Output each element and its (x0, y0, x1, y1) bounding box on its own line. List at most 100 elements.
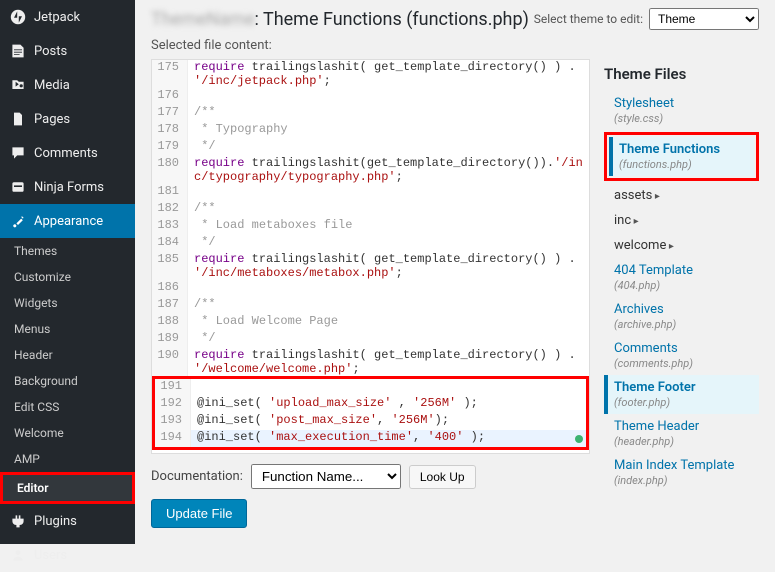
code-content[interactable] (188, 88, 200, 105)
file-item-404-template[interactable]: 404 Template(404.php) (604, 258, 759, 297)
sidebar-sub-background[interactable]: Background (0, 368, 135, 394)
sidebar-sub-editor[interactable]: Editor (0, 472, 135, 504)
code-content[interactable]: */ (188, 139, 222, 156)
file-subname: (index.php) (614, 474, 753, 487)
code-content[interactable]: @ini_set( 'upload_max_size' , '256M' ); (191, 396, 484, 413)
code-line[interactable]: 186 (152, 280, 589, 297)
code-line[interactable]: 193@ini_set( 'post_max_size', '256M'); (155, 413, 586, 430)
code-line[interactable]: 178 * Typography (152, 122, 589, 139)
line-number: 176 (152, 88, 188, 105)
code-line[interactable]: 179 */ (152, 139, 589, 156)
sidebar-sub-widgets[interactable]: Widgets (0, 290, 135, 316)
code-line[interactable]: 176 (152, 88, 589, 105)
code-line[interactable]: 185require trailingslashit( get_template… (152, 252, 589, 280)
pages-icon (8, 109, 28, 129)
theme-files-panel: Theme Files Stylesheet(style.css) Theme F… (604, 59, 759, 528)
select-theme-row: Select theme to edit: Theme (534, 8, 759, 30)
theme-select[interactable]: Theme (649, 8, 759, 30)
code-content[interactable]: require trailingslashit( get_template_di… (188, 60, 589, 88)
file-subname: (style.css) (614, 112, 753, 125)
line-number: 183 (152, 218, 188, 235)
file-item-inc[interactable]: inc (604, 208, 759, 233)
sidebar-sub-customize[interactable]: Customize (0, 264, 135, 290)
file-item-stylesheet[interactable]: Stylesheet(style.css) (604, 91, 759, 130)
code-content[interactable] (191, 379, 203, 396)
code-content[interactable]: /** (188, 201, 222, 218)
lookup-button[interactable]: Look Up (409, 465, 476, 489)
admin-sidebar: JetpackPosts Media Pages CommentsNinja Form… (0, 0, 135, 544)
code-content[interactable]: /** (188, 105, 222, 122)
sidebar-sub-themes[interactable]: Themes (0, 238, 135, 264)
code-line[interactable]: 182/** (152, 201, 589, 218)
file-name: Stylesheet (614, 96, 753, 111)
line-number: 186 (152, 280, 188, 297)
code-content[interactable] (188, 184, 200, 201)
file-subname: (functions.php) (619, 158, 748, 171)
sidebar-label: Plugins (34, 514, 77, 529)
sidebar-item-appearance[interactable]: Appearance (0, 204, 135, 238)
code-line[interactable]: 177/** (152, 105, 589, 122)
code-content[interactable]: */ (188, 235, 222, 252)
sidebar-item-jetpack[interactable]: Jetpack (0, 0, 135, 34)
code-content[interactable]: require trailingslashit( get_template_di… (188, 348, 589, 376)
line-number: 189 (152, 331, 188, 348)
sidebar-sub-welcome[interactable]: Welcome (0, 420, 135, 446)
sidebar-item-users[interactable]: Users (0, 538, 135, 572)
line-number: 185 (152, 252, 188, 280)
file-item-theme-footer[interactable]: Theme Footer(footer.php) (604, 375, 759, 414)
code-line[interactable]: 188 * Load Welcome Page (152, 314, 589, 331)
code-line[interactable]: 192@ini_set( 'upload_max_size' , '256M' … (155, 396, 586, 413)
code-line[interactable]: 191 (155, 379, 586, 396)
sidebar-label: Media (34, 78, 70, 93)
sidebar-label: Users (34, 548, 67, 563)
code-content[interactable]: * Load Welcome Page (188, 314, 344, 331)
sidebar-label: Pages (34, 112, 70, 127)
update-file-button[interactable]: Update File (151, 499, 247, 528)
code-line[interactable]: 180require trailingslashit(get_template_… (152, 156, 589, 184)
sidebar-sub-edit-css[interactable]: Edit CSS (0, 394, 135, 420)
file-item-comments[interactable]: Comments(comments.php) (604, 336, 759, 375)
ninja-icon (8, 177, 28, 197)
sidebar-item-ninja-forms[interactable]: Ninja Forms (0, 170, 135, 204)
file-item-theme-functions[interactable]: Theme Functions(functions.php) (609, 137, 754, 176)
code-line[interactable]: 189 */ (152, 331, 589, 348)
file-item-main-index-template[interactable]: Main Index Template(index.php) (604, 453, 759, 492)
code-line[interactable]: 187/** (152, 297, 589, 314)
sidebar-sub-amp[interactable]: AMP (0, 446, 135, 472)
file-name: Main Index Template (614, 458, 753, 473)
code-content[interactable]: @ini_set( 'max_execution_time', '400' ); (191, 430, 491, 447)
code-content[interactable]: require trailingslashit( get_template_di… (188, 252, 589, 280)
file-item-theme-header[interactable]: Theme Header(header.php) (604, 414, 759, 453)
file-name: Theme Functions (619, 142, 748, 157)
file-item-welcome[interactable]: welcome (604, 233, 759, 258)
sidebar-item-plugins[interactable]: Plugins (0, 504, 135, 538)
code-line[interactable]: 181 (152, 184, 589, 201)
code-content[interactable]: @ini_set( 'post_max_size', '256M'); (191, 413, 455, 430)
code-content[interactable]: /** (188, 297, 222, 314)
code-line[interactable]: 183 * Load metaboxes file (152, 218, 589, 235)
file-name: assets (614, 188, 753, 203)
code-line[interactable]: 194@ini_set( 'max_execution_time', '400'… (155, 430, 586, 447)
code-line[interactable]: 175require trailingslashit( get_template… (152, 60, 589, 88)
code-editor[interactable]: 175require trailingslashit( get_template… (151, 59, 590, 454)
code-content[interactable]: */ (188, 331, 222, 348)
documentation-row: Documentation: Function Name... Look Up (151, 454, 590, 499)
file-name: Theme Footer (614, 380, 753, 395)
sidebar-item-pages[interactable]: Pages (0, 102, 135, 136)
doc-select[interactable]: Function Name... (251, 464, 401, 489)
code-content[interactable]: * Load metaboxes file (188, 218, 358, 235)
file-item-archives[interactable]: Archives(archive.php) (604, 297, 759, 336)
sidebar-item-media[interactable]: Media (0, 68, 135, 102)
code-content[interactable]: * Typography (188, 122, 294, 139)
code-line[interactable]: 184 */ (152, 235, 589, 252)
sidebar-sub-menus[interactable]: Menus (0, 316, 135, 342)
sidebar-item-comments[interactable]: Comments (0, 136, 135, 170)
sidebar-item-posts[interactable]: Posts (0, 34, 135, 68)
code-content[interactable] (188, 280, 200, 297)
sidebar-sub-header[interactable]: Header (0, 342, 135, 368)
code-content[interactable]: require trailingslashit(get_template_dir… (188, 156, 589, 184)
theme-files-title: Theme Files (604, 59, 759, 91)
selected-file-label: Selected file content: (151, 38, 759, 53)
file-item-assets[interactable]: assets (604, 183, 759, 208)
code-line[interactable]: 190require trailingslashit( get_template… (152, 348, 589, 376)
